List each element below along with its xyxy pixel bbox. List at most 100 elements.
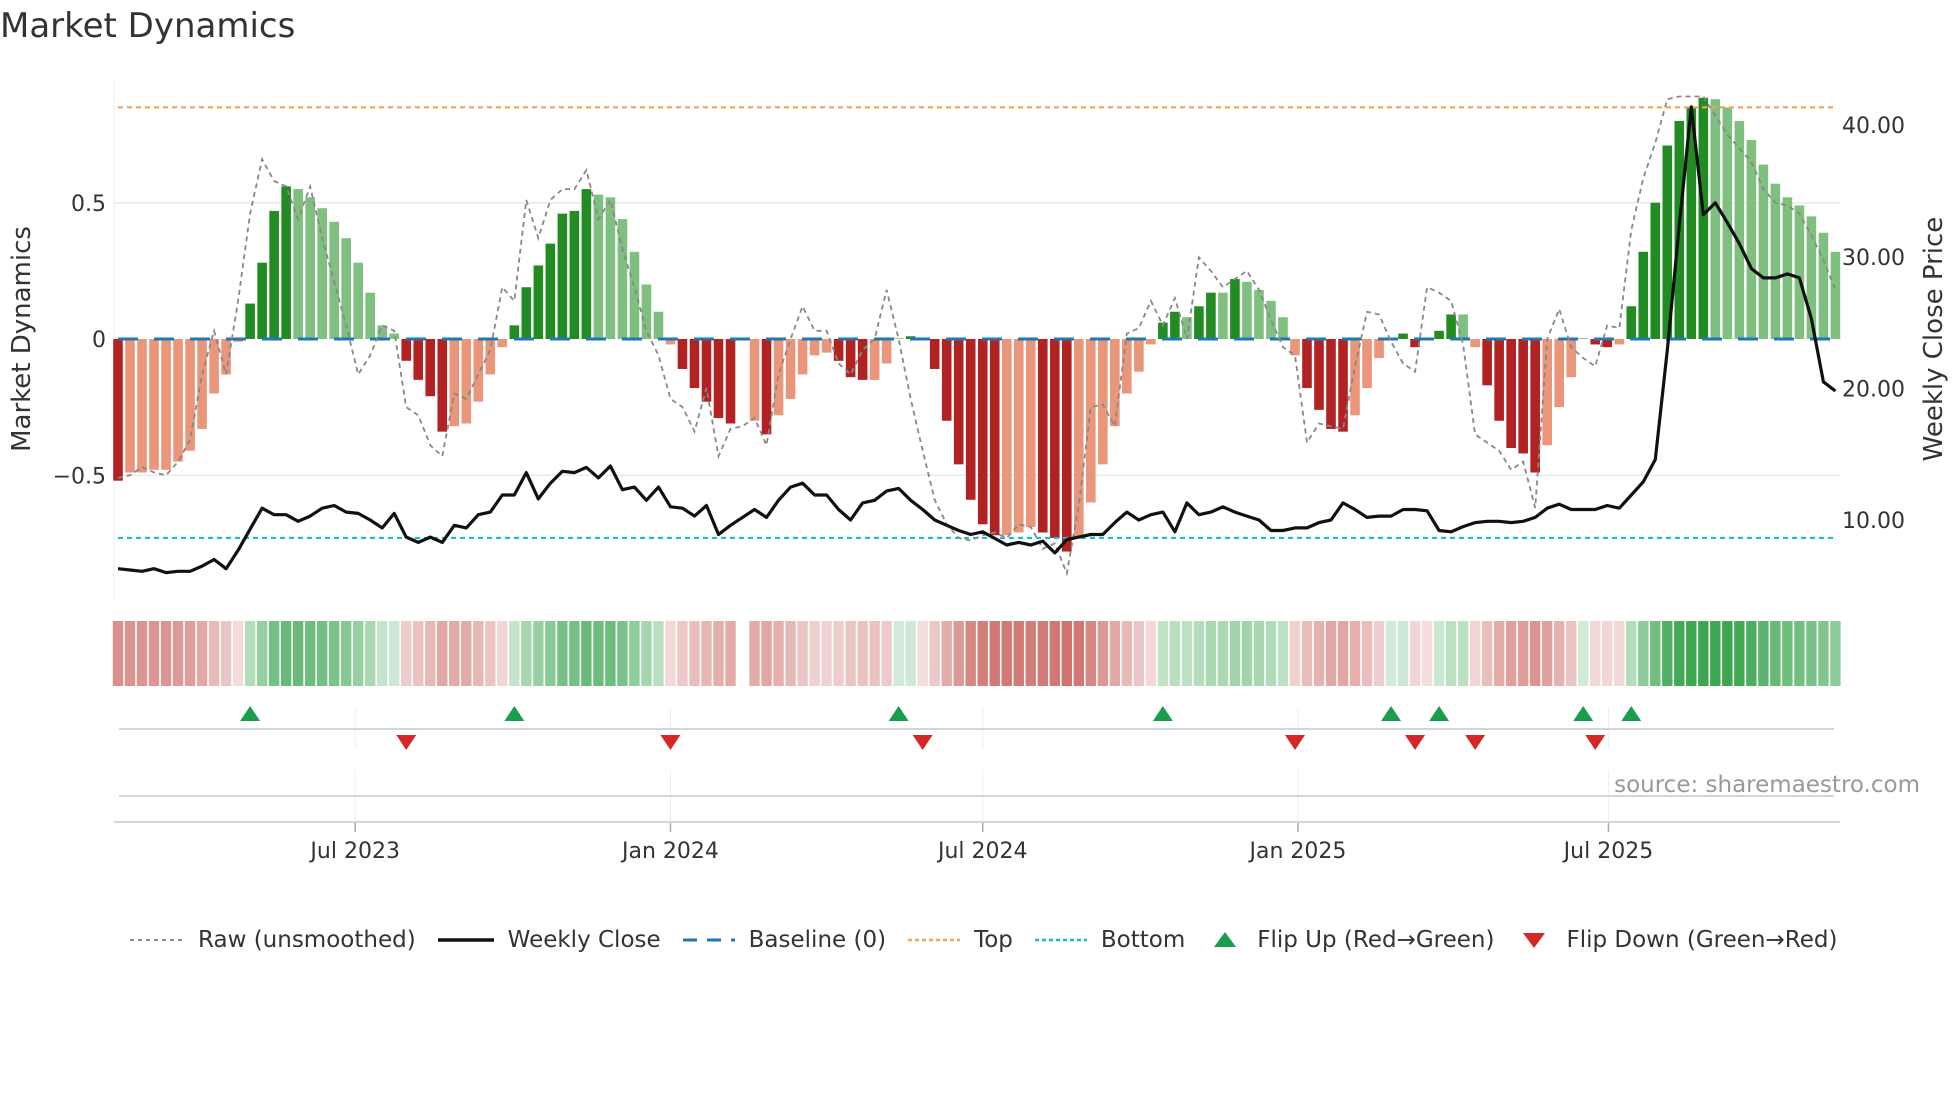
momentum-bar — [1338, 339, 1348, 432]
y2-tick-label: 30.00 — [1842, 246, 1905, 271]
x-tick-label: Jul 2025 — [1562, 839, 1654, 864]
momentum-bar — [1698, 97, 1709, 340]
momentum-bar — [689, 339, 700, 389]
heatmap-cell — [148, 621, 160, 686]
heatmap-cell — [316, 621, 328, 686]
heatmap-cell — [220, 621, 232, 686]
heatmap-cell — [1578, 621, 1589, 686]
heatmap-cell — [821, 621, 832, 686]
heatmap-cell — [569, 621, 580, 686]
momentum-bar — [713, 339, 724, 419]
legend-label: Top — [974, 927, 1013, 953]
momentum-bar — [797, 339, 808, 375]
momentum-bar — [1242, 281, 1252, 339]
momentum-bar — [1170, 311, 1180, 339]
heatmap-cell — [929, 621, 940, 686]
legend-item-flip-down: Flip Down (Green→Red) — [1514, 927, 1837, 953]
flip-down-marker — [1585, 735, 1606, 750]
momentum-bar — [461, 339, 472, 424]
y2-tick-label: 40.00 — [1842, 114, 1905, 139]
momentum-bar — [869, 339, 880, 380]
heatmap-cell — [1373, 621, 1385, 686]
momentum-bar — [449, 339, 460, 427]
heatmap-cell — [1361, 621, 1373, 686]
y-tick-label: 0 — [92, 328, 106, 353]
momentum-bar — [149, 339, 159, 470]
momentum-bar — [593, 194, 604, 339]
heatmap-cell — [1746, 621, 1757, 686]
heatmap-cell — [1073, 621, 1084, 686]
heatmap-cell — [1013, 621, 1024, 686]
heatmap-cell — [112, 621, 124, 686]
momentum-bar — [497, 339, 508, 348]
heatmap-cell — [1265, 621, 1277, 686]
heatmap-cell — [1686, 621, 1697, 686]
heatmap-cell — [136, 621, 148, 686]
heatmap-cell — [1121, 621, 1133, 686]
momentum-bar — [557, 213, 568, 339]
momentum-bar — [1134, 339, 1144, 372]
heatmap-cell — [425, 621, 436, 686]
heatmap-cell — [593, 621, 604, 686]
heatmap-cell — [268, 621, 280, 686]
momentum-bar — [1230, 279, 1240, 339]
momentum-bar — [1314, 339, 1324, 410]
momentum-bar — [809, 339, 820, 356]
momentum-bar — [113, 339, 123, 481]
flip-up-marker — [1573, 706, 1594, 721]
momentum-bar — [1326, 339, 1336, 429]
heatmap-cell — [1001, 621, 1012, 686]
heatmap-cell — [1626, 621, 1637, 686]
heatmap-cell — [629, 621, 640, 686]
heatmap-cell — [1554, 621, 1565, 686]
legend-label: Raw (unsmoothed) — [198, 927, 416, 953]
momentum-bar — [953, 339, 964, 465]
momentum-bar — [401, 339, 412, 361]
flip-up-marker — [504, 706, 525, 721]
heatmap-cell — [1157, 621, 1169, 686]
heatmap-cell — [1806, 621, 1817, 686]
momentum-bar — [785, 339, 796, 399]
heatmap-cell — [1169, 621, 1181, 686]
heatmap-cell — [557, 621, 568, 686]
heatmap-cell — [521, 621, 532, 686]
heatmap-cell — [1602, 621, 1613, 686]
momentum-bar — [1770, 183, 1781, 339]
momentum-bar — [197, 339, 207, 429]
momentum-bar — [1506, 339, 1516, 448]
momentum-bar — [437, 339, 448, 432]
heatmap-cell — [292, 621, 304, 686]
heatmap-cell — [1193, 621, 1205, 686]
heatmap-cell — [1758, 621, 1769, 686]
heatmap-cell — [1241, 621, 1253, 686]
y2-tick-label: 10.00 — [1842, 509, 1905, 534]
flip-down-marker — [660, 735, 681, 750]
momentum-bar — [1794, 205, 1805, 339]
momentum-bar — [629, 251, 640, 339]
heatmap-cell — [665, 621, 676, 686]
momentum-bar — [1530, 339, 1540, 473]
momentum-bar — [1746, 140, 1757, 339]
momentum-bar — [1638, 251, 1649, 339]
heatmap-cell — [701, 621, 712, 686]
legend: Raw (unsmoothed) Weekly Close Baseline (… — [128, 922, 1857, 958]
heatmap-cell — [1337, 621, 1349, 686]
momentum-bar — [653, 311, 664, 339]
heatmap-cell — [1566, 621, 1577, 686]
momentum-bar — [1758, 164, 1769, 339]
heatmap-cell — [1710, 621, 1721, 686]
heatmap-cell — [124, 621, 136, 686]
momentum-bar — [545, 243, 556, 339]
heatmap-cell — [1229, 621, 1241, 686]
legend-item-raw: Raw (unsmoothed) — [128, 927, 416, 953]
heatmap-cell — [977, 621, 988, 686]
momentum-bar — [209, 339, 219, 394]
momentum-bar — [1122, 339, 1132, 394]
flip-down-marker — [1405, 735, 1426, 750]
momentum-bar — [1614, 339, 1625, 345]
heatmap-cell — [605, 621, 616, 686]
heatmap-cell — [509, 621, 520, 686]
momentum-bar — [1734, 121, 1745, 339]
heatmap-cell — [1145, 621, 1157, 686]
flip-up-marker — [888, 706, 909, 721]
